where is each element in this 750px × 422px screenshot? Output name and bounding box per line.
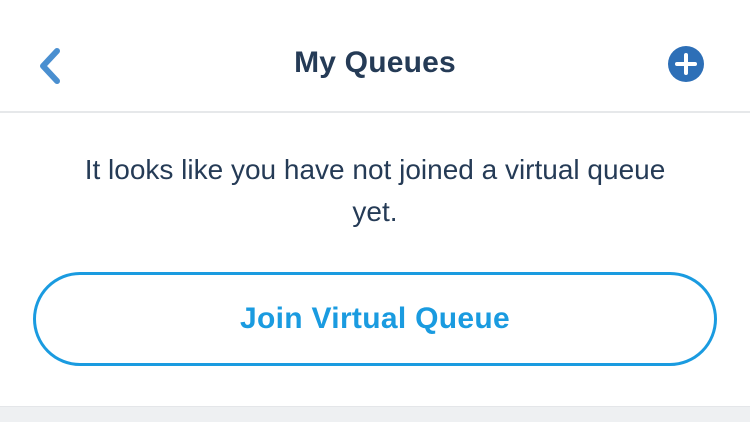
nav-bar: My Queues bbox=[0, 0, 750, 113]
add-queue-button[interactable] bbox=[667, 45, 705, 83]
join-virtual-queue-button[interactable]: Join Virtual Queue bbox=[33, 272, 717, 366]
join-button-label: Join Virtual Queue bbox=[240, 302, 510, 335]
plus-circle-icon bbox=[668, 46, 704, 82]
empty-state-message: It looks like you have not joined a virt… bbox=[84, 154, 666, 227]
my-queues-screen: My Queues It looks like you have not joi… bbox=[0, 0, 750, 422]
footer-separator bbox=[0, 406, 750, 422]
page-title: My Queues bbox=[294, 46, 456, 79]
